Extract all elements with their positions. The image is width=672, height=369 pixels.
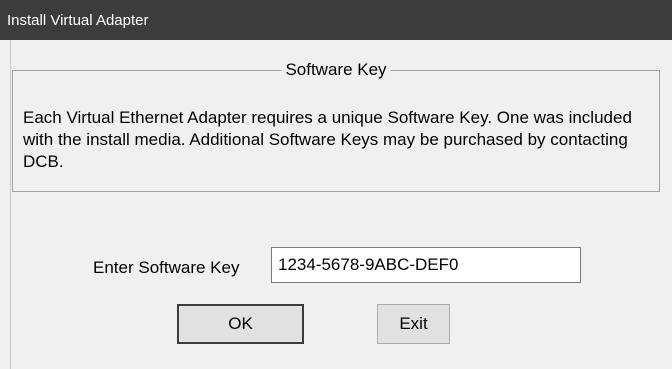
ok-button[interactable]: OK (177, 304, 304, 344)
window-title: Install Virtual Adapter (7, 12, 149, 29)
title-bar[interactable]: Install Virtual Adapter (0, 0, 672, 40)
exit-button[interactable]: Exit (377, 304, 450, 344)
group-legend: Software Key (281, 59, 391, 81)
window-border (10, 40, 11, 369)
software-key-message: Each Virtual Ethernet Adapter requires a… (23, 108, 632, 171)
software-key-label: Enter Software Key (93, 258, 240, 277)
install-virtual-adapter-dialog: Install Virtual Adapter Software Key Eac… (0, 0, 672, 369)
software-key-input[interactable] (271, 247, 581, 283)
software-key-group: Software Key Each Virtual Ethernet Adapt… (12, 59, 660, 192)
